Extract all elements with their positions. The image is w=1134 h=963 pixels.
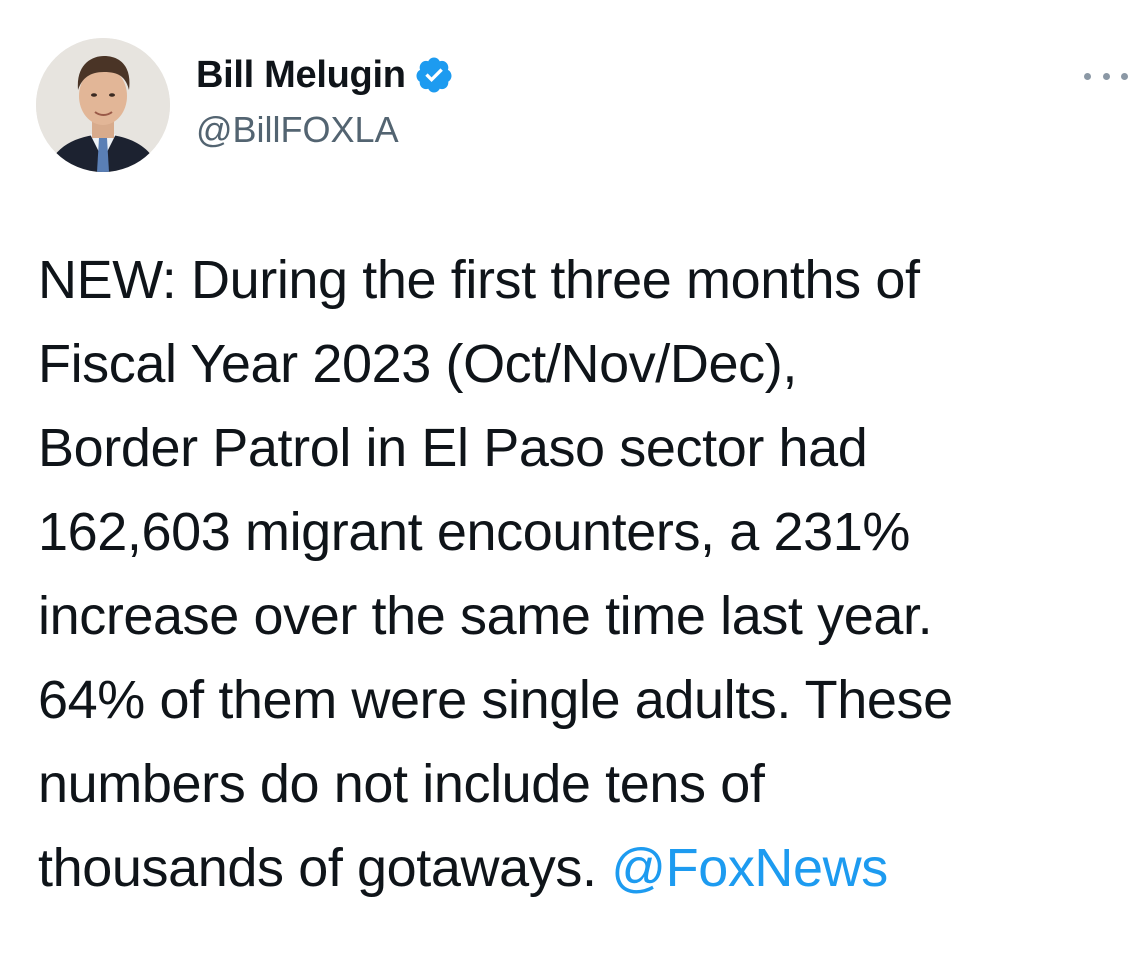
dot (1102, 72, 1110, 80)
profile-photo (36, 38, 170, 172)
tweet-text-line: 162,603 migrant encounters, a 231% (38, 502, 910, 562)
verified-badge-icon (414, 55, 454, 95)
avatar[interactable] (36, 38, 170, 172)
tweet-text-line: Fiscal Year 2023 (Oct/Nov/Dec), (38, 334, 797, 394)
tweet-text-fragment: thousands of gotaways. (38, 838, 612, 898)
author-handle[interactable]: @BillFOXLA (196, 108, 399, 152)
author-display-name[interactable]: Bill Melugin (196, 52, 406, 98)
dot (1084, 72, 1091, 80)
tweet-text-line: NEW: During the first three months of (38, 250, 920, 310)
mention-link[interactable]: @FoxNews (611, 838, 888, 898)
tweet-text-line: Border Patrol in El Paso sector had (38, 418, 868, 478)
dot (1121, 72, 1128, 80)
more-options-icon[interactable] (1084, 66, 1128, 86)
tweet-text-line: 64% of them were single adults. These (38, 670, 953, 730)
tweet: Bill Melugin @BillFOXLA NEW: During the … (0, 0, 1134, 963)
tweet-text-line: increase over the same time last year. (38, 586, 933, 646)
author-name-row: Bill Melugin (196, 52, 454, 98)
tweet-text-line: numbers do not include tens of (38, 754, 765, 814)
tweet-text: NEW: During the first three months of Fi… (38, 238, 1124, 910)
tweet-text-line-last: thousands of gotaways. @FoxNews (38, 826, 1124, 910)
